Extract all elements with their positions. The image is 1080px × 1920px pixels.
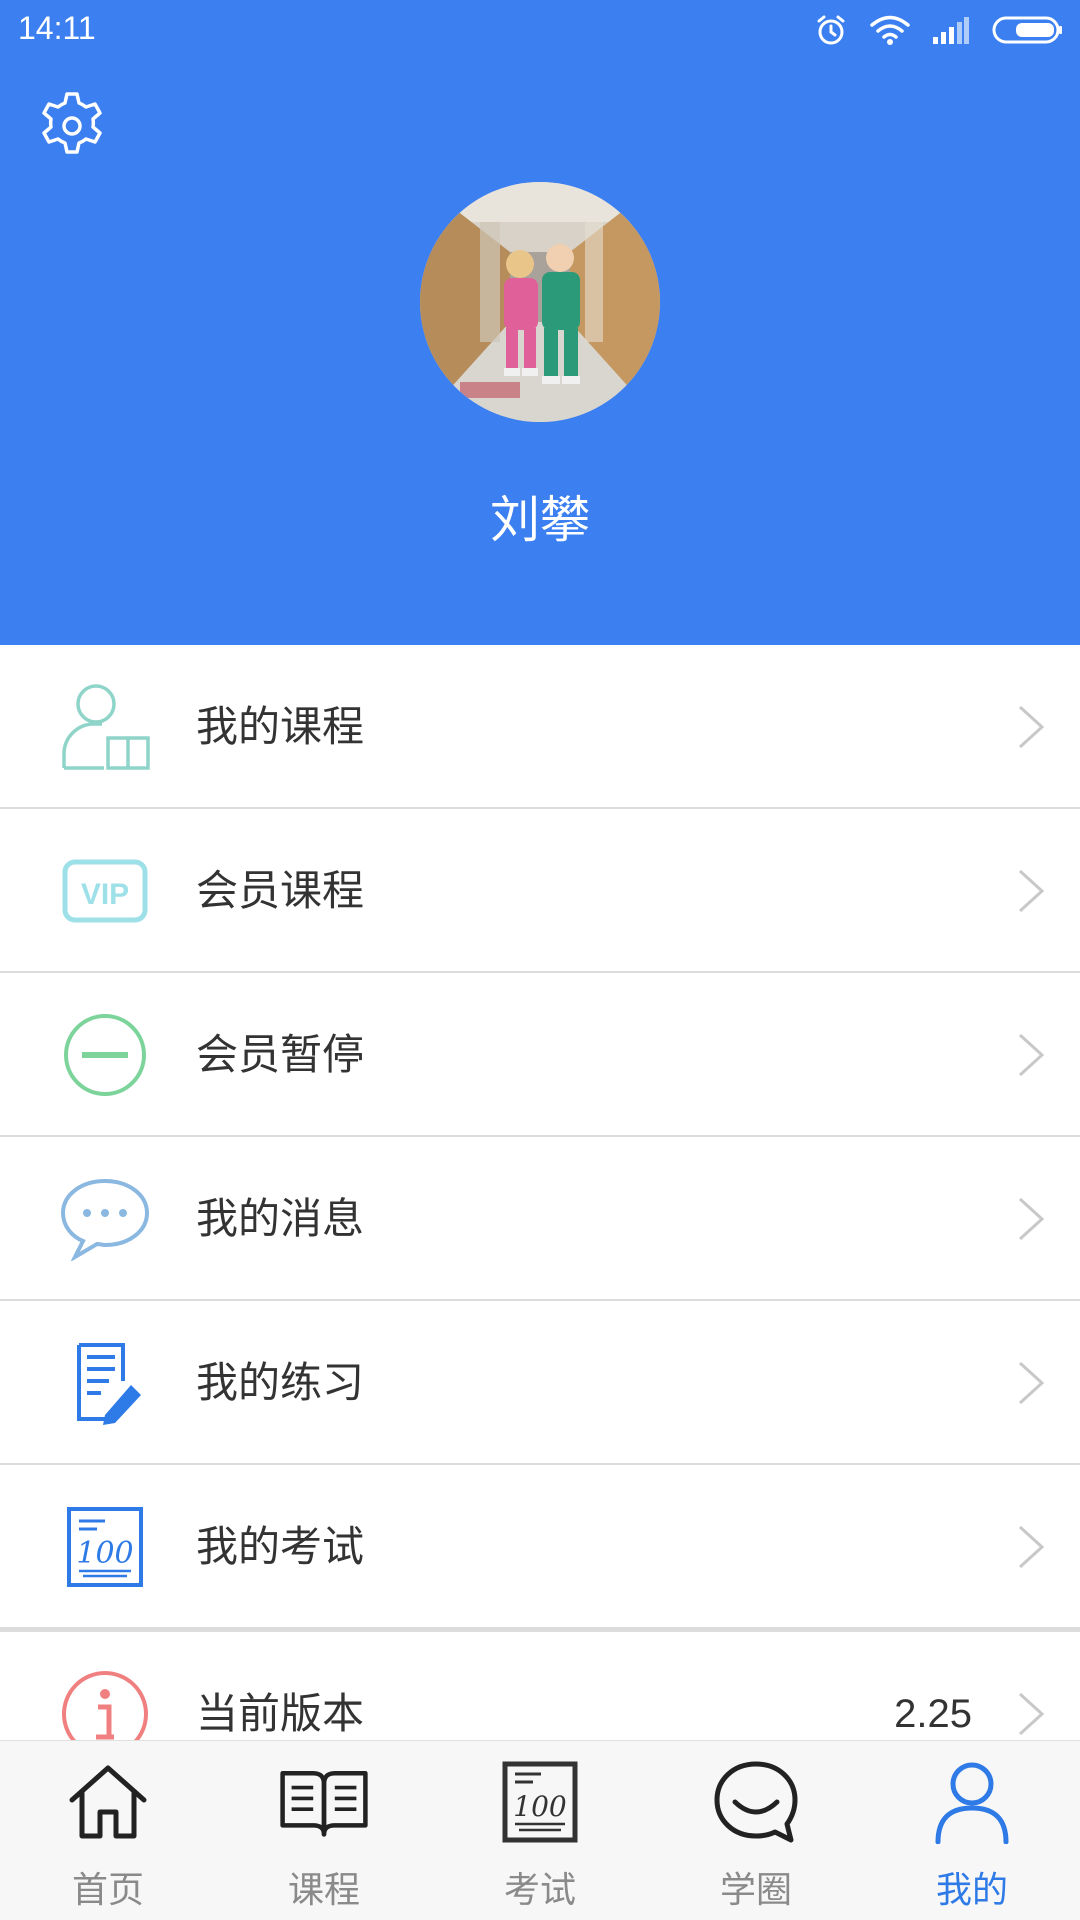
home-icon xyxy=(63,1757,153,1847)
wifi-icon xyxy=(870,15,910,45)
battery-icon xyxy=(992,16,1062,44)
username: 刘攀 xyxy=(490,491,590,549)
chat-circle-icon xyxy=(711,1757,801,1847)
chevron-right-icon xyxy=(1018,869,1045,913)
nav-tab-study-circle[interactable]: 学圈 xyxy=(648,1741,864,1920)
svg-text:VIP: VIP xyxy=(81,878,129,911)
menu-list: 我的课程 VIP 会员课程 会员暂停 我的消息 我的练习 100 我的考试 当前… xyxy=(0,645,1080,1793)
svg-text:100: 100 xyxy=(76,1536,133,1571)
menu-item-my-exams[interactable]: 100 我的考试 xyxy=(0,1465,1080,1629)
svg-text:100: 100 xyxy=(513,1790,566,1823)
bottom-nav: 首页 课程 100 考试 学圈 我的 xyxy=(0,1740,1080,1920)
chevron-right-icon xyxy=(1018,1525,1045,1569)
profile-header: 14:11 刘攀 xyxy=(0,0,1080,645)
menu-item-member-courses[interactable]: VIP 会员课程 xyxy=(0,809,1080,973)
nav-tab-me[interactable]: 我的 xyxy=(864,1741,1080,1920)
status-bar: 14:11 xyxy=(0,0,1080,60)
menu-item-my-practice[interactable]: 我的练习 xyxy=(0,1301,1080,1465)
vip-icon: VIP xyxy=(58,849,152,933)
nav-label: 首页 xyxy=(71,1870,144,1911)
status-time: 14:11 xyxy=(18,10,96,46)
nav-tab-home[interactable]: 首页 xyxy=(0,1741,216,1920)
chat-bubble-icon xyxy=(58,1177,152,1261)
settings-gear-icon[interactable] xyxy=(34,88,110,164)
nav-label: 学圈 xyxy=(719,1870,792,1911)
chevron-right-icon xyxy=(1018,1692,1045,1736)
menu-item-label: 我的练习 xyxy=(196,1358,365,1407)
menu-item-label: 我的消息 xyxy=(196,1194,365,1243)
version-value: 2.25 xyxy=(894,1692,972,1736)
chevron-right-icon xyxy=(1018,1361,1045,1405)
document-edit-icon xyxy=(58,1341,152,1425)
signal-icon xyxy=(933,17,969,44)
nav-label: 课程 xyxy=(287,1870,360,1911)
menu-item-my-courses[interactable]: 我的课程 xyxy=(0,645,1080,809)
menu-item-label: 我的课程 xyxy=(196,702,365,751)
nav-tab-exam[interactable]: 100 考试 xyxy=(432,1741,648,1920)
minus-circle-icon xyxy=(58,1013,152,1097)
menu-item-member-pause[interactable]: 会员暂停 xyxy=(0,973,1080,1137)
chevron-right-icon xyxy=(1018,1033,1045,1077)
person-icon xyxy=(927,1757,1017,1847)
nav-label: 考试 xyxy=(503,1870,576,1911)
avatar[interactable] xyxy=(420,182,660,422)
menu-item-label: 会员暂停 xyxy=(196,1030,365,1079)
exam-icon: 100 xyxy=(495,1757,585,1847)
chevron-right-icon xyxy=(1018,705,1045,749)
nav-tab-courses[interactable]: 课程 xyxy=(216,1741,432,1920)
menu-item-label: 当前版本 xyxy=(196,1689,365,1738)
chevron-right-icon xyxy=(1018,1197,1045,1241)
menu-item-label: 会员课程 xyxy=(196,866,365,915)
status-icons xyxy=(814,12,1064,48)
book-icon xyxy=(279,1757,369,1847)
alarm-icon xyxy=(817,15,845,45)
user-book-icon xyxy=(58,684,152,770)
menu-item-label: 我的考试 xyxy=(196,1522,365,1571)
menu-item-my-messages[interactable]: 我的消息 xyxy=(0,1137,1080,1301)
nav-label: 我的 xyxy=(935,1870,1008,1911)
score-100-icon: 100 xyxy=(58,1505,152,1589)
